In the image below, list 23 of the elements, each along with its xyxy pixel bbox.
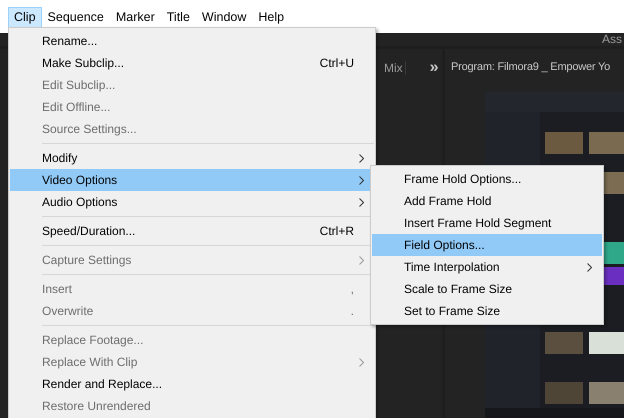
- menu-bar-item[interactable]: Clip: [8, 7, 42, 28]
- menu-item[interactable]: Modify: [10, 147, 374, 169]
- menu-item[interactable]: Rename...: [10, 30, 374, 52]
- panel-tab[interactable]: Mix: [384, 60, 406, 74]
- menu-item[interactable]: Audio Options: [10, 191, 374, 213]
- menu-bar-item[interactable]: Marker: [110, 7, 161, 28]
- menu-item[interactable]: Make Subclip... Ctrl+U: [10, 52, 374, 74]
- menu-item[interactable]: Frame Hold Options...: [372, 168, 602, 190]
- overflow-button[interactable]: »: [430, 58, 439, 76]
- menu-item[interactable]: Speed/Duration... Ctrl+R: [10, 220, 374, 242]
- menu-bar-item[interactable]: Title: [160, 7, 196, 28]
- panel-title: Program: Filmora9 _ Empower Yo: [450, 60, 612, 75]
- workspace-tab[interactable]: Ass: [602, 32, 622, 46]
- menu-bar-item[interactable]: Window: [196, 7, 252, 28]
- menu-item[interactable]: Time Interpolation: [372, 256, 602, 278]
- menu-item[interactable]: Scale to Frame Size: [372, 278, 602, 300]
- menu-item[interactable]: Field Options...: [372, 234, 602, 256]
- menu-item[interactable]: Insert Frame Hold Segment: [372, 212, 602, 234]
- menu-bar-item[interactable]: Help: [252, 7, 290, 28]
- menu-item[interactable]: Add Frame Hold: [372, 190, 602, 212]
- menu-bar-item[interactable]: Sequence: [42, 7, 110, 28]
- menu-item[interactable]: Render and Replace...: [10, 373, 374, 395]
- menu-item[interactable]: Set to Frame Size: [372, 300, 602, 322]
